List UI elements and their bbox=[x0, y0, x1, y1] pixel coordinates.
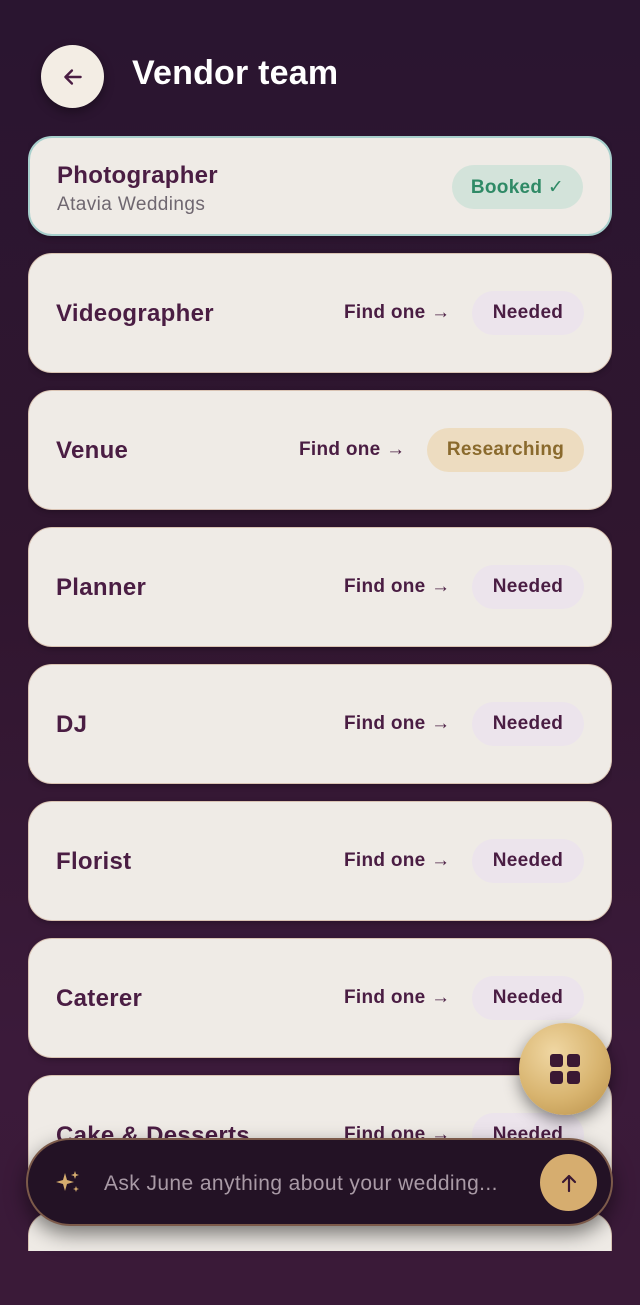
status-badge: Researching bbox=[427, 428, 584, 472]
status-badge: Needed bbox=[472, 291, 584, 335]
arrow-left-icon bbox=[63, 68, 82, 85]
vendor-name: Planner bbox=[56, 574, 147, 601]
back-button[interactable] bbox=[41, 45, 104, 108]
find-one-link[interactable]: Find one → bbox=[344, 302, 450, 324]
ask-june-input[interactable] bbox=[102, 1164, 526, 1204]
vendor-card-videographer[interactable]: Videographer Find one → Needed bbox=[28, 253, 612, 373]
vendor-name: Caterer bbox=[56, 985, 143, 1012]
vendor-card-photographer[interactable]: Photographer Atavia Weddings Booked ✓ bbox=[28, 136, 612, 236]
find-one-link[interactable]: Find one → bbox=[344, 576, 450, 598]
vendor-card-venue[interactable]: Venue Find one → Researching bbox=[28, 390, 612, 510]
vendor-card-planner[interactable]: Planner Find one → Needed bbox=[28, 527, 612, 647]
status-badge: Needed bbox=[472, 839, 584, 883]
status-badge: Booked ✓ bbox=[452, 165, 583, 209]
status-badge: Needed bbox=[472, 565, 584, 609]
vendor-company: Atavia Weddings bbox=[57, 194, 206, 215]
find-one-link[interactable]: Find one → bbox=[344, 987, 450, 1009]
vendor-name: Photographer bbox=[57, 162, 218, 189]
arrow-up-icon bbox=[561, 1174, 576, 1192]
vendor-name: Florist bbox=[56, 848, 132, 875]
vendor-name: DJ bbox=[56, 711, 88, 738]
status-badge: Needed bbox=[472, 702, 584, 746]
vendor-name: Videographer bbox=[56, 300, 214, 327]
page-title: Vendor team bbox=[132, 54, 339, 92]
vendor-card-dj[interactable]: DJ Find one → Needed bbox=[28, 664, 612, 784]
status-badge: Needed bbox=[472, 976, 584, 1020]
vendor-menu-button[interactable] bbox=[519, 1023, 611, 1115]
ask-june-bar bbox=[26, 1138, 613, 1226]
send-button[interactable] bbox=[540, 1154, 597, 1211]
find-one-link[interactable]: Find one → bbox=[344, 850, 450, 872]
sparkle-icon bbox=[56, 1171, 79, 1192]
header: Vendor team bbox=[0, 0, 640, 130]
find-one-link[interactable]: Find one → bbox=[299, 439, 405, 461]
find-one-link[interactable]: Find one → bbox=[344, 713, 450, 735]
vendor-card-florist[interactable]: Florist Find one → Needed bbox=[28, 801, 612, 921]
vendor-card-caterer[interactable]: Caterer Find one → Needed bbox=[28, 938, 612, 1058]
grid-icon bbox=[550, 1054, 580, 1084]
vendor-name: Venue bbox=[56, 437, 129, 464]
